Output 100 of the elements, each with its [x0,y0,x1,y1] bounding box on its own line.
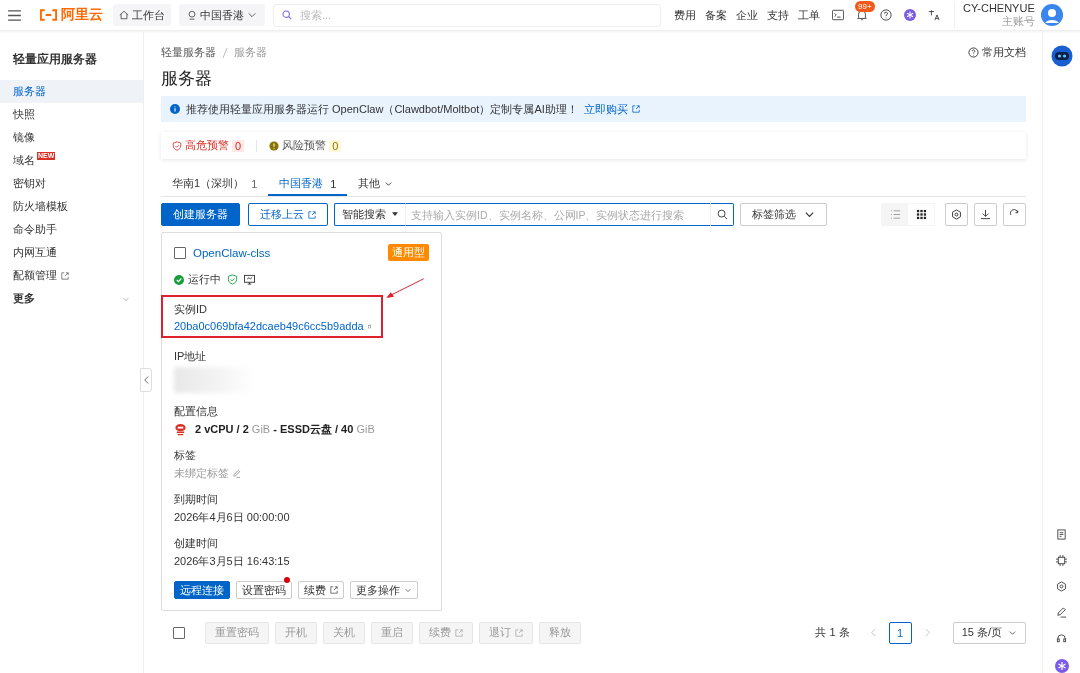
sidebar-item[interactable]: 防火墙模板 [0,195,143,218]
field-label: 实例ID [174,302,208,317]
account-role: 主账号 [1001,15,1035,28]
sidebar-title: 轻量应用服务器 [12,51,98,68]
config-text: 2 vCPU / 2 GiB - ESSD云盘 / 40 GiB [195,422,375,437]
sparkle-icon[interactable] [1054,659,1069,673]
sidebar-item[interactable]: 内网互通 [0,241,143,264]
chip-icon[interactable] [1056,555,1067,566]
migrate-button[interactable]: 迁移上云 [248,203,328,226]
grid-icon [915,209,927,220]
terminal-icon[interactable] [832,9,844,21]
shield-icon[interactable] [227,274,238,285]
search-icon [282,10,292,20]
sidebar-item[interactable]: 快照 [0,103,143,126]
region-tab[interactable]: 其他 [347,173,405,196]
breadcrumb-link[interactable]: 轻量服务器 [161,45,216,60]
page-title: 服务器 [161,68,213,89]
bell-icon[interactable] [856,9,868,21]
warning-icon [269,140,280,151]
notification-dot [284,577,290,583]
region-tab[interactable]: 中国香港 1 [268,173,348,196]
nav-link[interactable]: 费用 [674,7,696,23]
server-name-link[interactable]: OpenClaw-clss [193,246,271,259]
user-name: CY-CHENYUE [963,2,1035,15]
headset-icon[interactable] [1056,633,1067,644]
nav-link[interactable]: 企业 [736,7,758,23]
search-button[interactable] [710,203,734,226]
external-link-icon [330,586,338,594]
tag-filter-dropdown[interactable]: 标签筛选 [740,203,827,226]
sidebar-item[interactable]: 命令助手 [0,218,143,241]
sidebar-more[interactable]: 更多 [0,287,143,310]
search-mode-dropdown[interactable]: 智能搜索 [334,203,405,226]
chevron-down-icon [247,10,257,20]
breadcrumb-separator-icon [222,46,228,59]
alert-label[interactable]: 高危预警 [185,138,229,153]
menu-icon[interactable] [8,9,21,21]
expire-time: 2026年4月6日 00:00:00 [174,510,291,525]
search-field[interactable]: 搜索... [273,3,661,27]
create-server-button[interactable]: 创建服务器 [161,203,240,226]
grid-view-button[interactable] [908,204,934,225]
buy-link[interactable]: 立即购买 [583,101,640,117]
download-button[interactable] [974,203,997,226]
nav-link[interactable]: 备案 [705,7,727,23]
sidebar-item[interactable]: 镜像 [0,126,143,149]
settings-icon [951,209,962,220]
monitor-icon[interactable] [244,274,255,285]
refresh-button[interactable] [1003,203,1026,226]
server-icon [174,423,187,436]
page-button[interactable]: 1 [888,621,912,644]
robot-icon[interactable] [1050,45,1073,67]
select-all-checkbox[interactable] [173,626,185,639]
region-tab[interactable]: 华南1（深圳） 1 [161,173,269,196]
page-size-dropdown[interactable]: 15 条/页 [952,621,1026,644]
nav-link[interactable]: 支持 [767,7,789,23]
more-actions-dropdown[interactable]: 更多操作 [350,581,418,599]
document-icon[interactable] [1056,529,1067,540]
logo-icon[interactable] [39,9,58,21]
alert-label[interactable]: 风险预警 [282,138,327,153]
docs-link[interactable]: 常用文档 [968,45,1026,60]
translate-icon[interactable] [928,9,940,21]
help-icon[interactable] [880,9,892,21]
shield-icon [172,140,182,151]
chevron-down-icon [1008,628,1017,637]
field-label: IP地址 [174,349,208,364]
action-button[interactable]: 续费 [298,581,344,599]
collapse-handle[interactable] [140,368,152,392]
alert-count: 0 [329,139,342,152]
external-link-icon [515,628,523,637]
sidebar-item[interactable]: 密钥对 [0,172,143,195]
instance-search-field[interactable]: 支持输入实例ID、实例名称、公网IP、实例状态进行搜索 [405,203,710,226]
instance-id-link[interactable]: 20ba0c069bfa42dcaeb49c6cc5b9adda [174,320,364,332]
external-link-icon [308,210,316,219]
chevron-down-icon [384,179,394,188]
remote-connect-button[interactable]: 远程连接 [174,581,230,599]
sidebar-item[interactable]: 服务器 [0,80,143,103]
external-link-icon [631,105,640,113]
edit-icon[interactable] [1056,607,1067,618]
sparkle-icon[interactable] [904,9,916,21]
list-icon [889,209,901,220]
search-icon [716,209,728,220]
sidebar-item[interactable]: 配额管理 [0,264,143,287]
download-icon [980,209,991,220]
avatar-icon[interactable] [1040,4,1063,26]
checkbox[interactable] [174,246,186,259]
region-selector[interactable]: 中国香港 [179,4,265,26]
external-link-icon [455,628,463,637]
field-label: 到期时间 [174,492,219,507]
nav-link[interactable]: 工单 [798,7,820,23]
action-button[interactable]: 设置密码 [236,581,292,599]
help-icon [968,47,979,58]
settings-button[interactable] [945,203,968,226]
chevron-down-icon [804,209,815,220]
field-label: 创建时间 [174,536,219,551]
sidebar-item[interactable]: 域名 $^{NEW}$ [0,149,143,172]
external-link-icon [61,271,69,280]
workbench-button[interactable]: 工作台 [113,4,171,26]
type-tag: 通用型 [388,244,429,261]
created-time: 2026年3月5日 16:43:15 [174,554,291,569]
field-label: 配置信息 [174,404,219,419]
settings-icon[interactable] [1056,581,1067,592]
